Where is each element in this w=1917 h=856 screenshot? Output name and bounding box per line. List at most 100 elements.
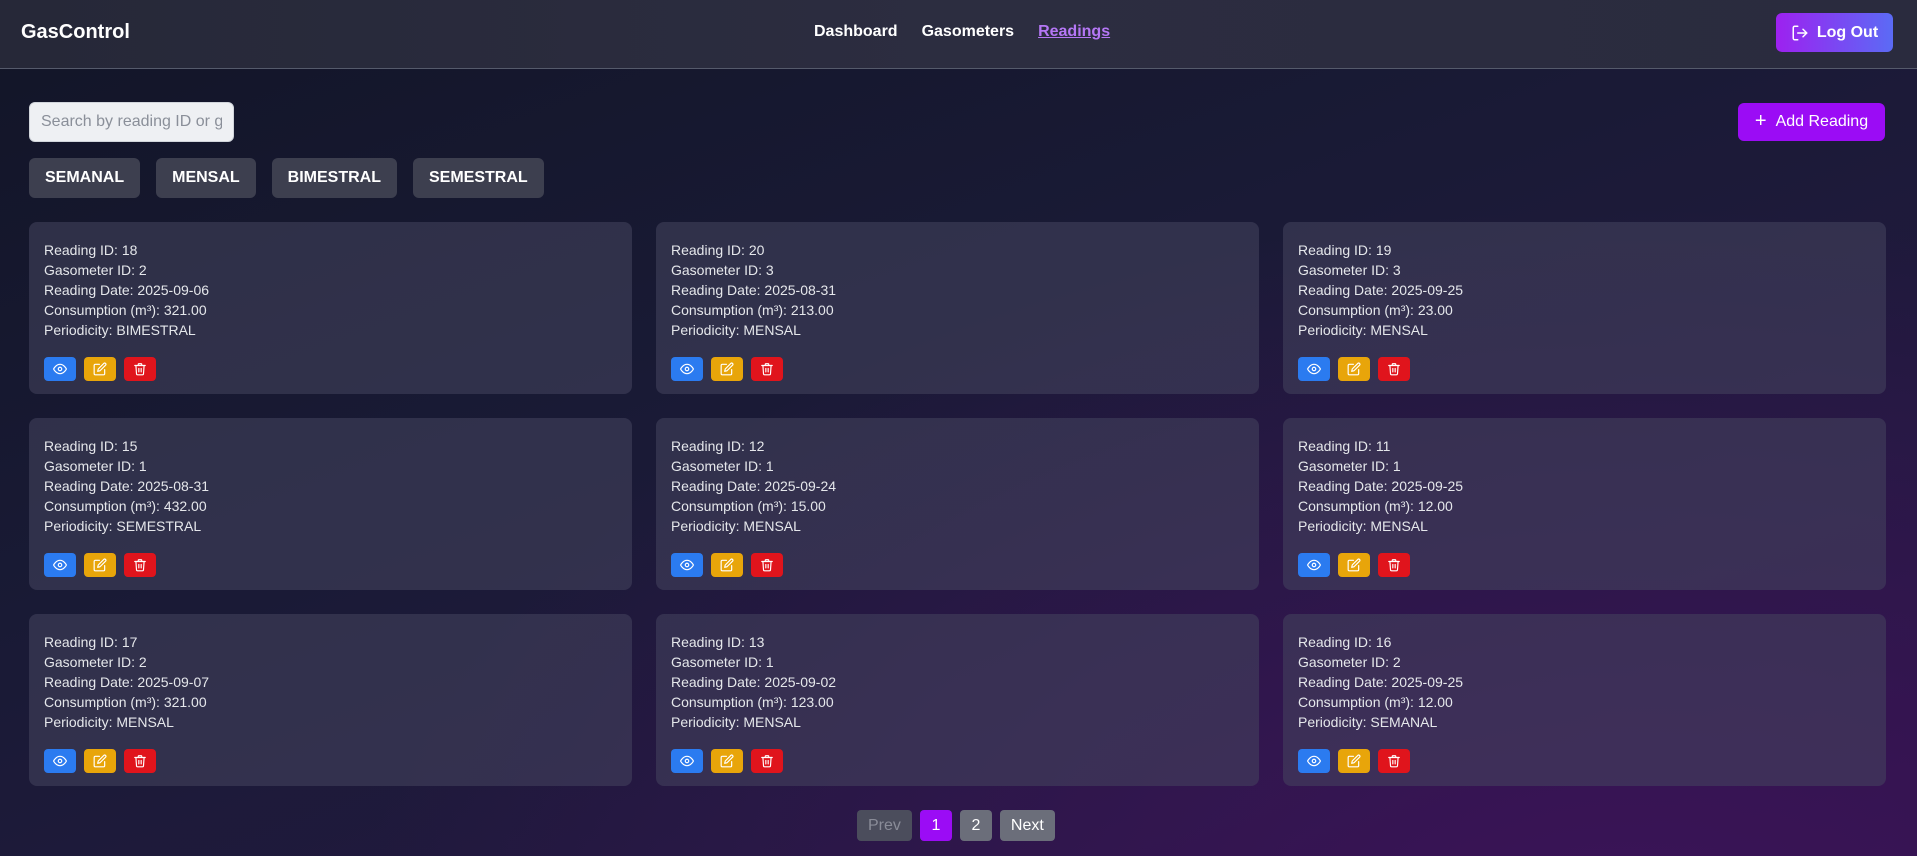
view-reading-button[interactable] xyxy=(671,553,703,577)
view-reading-button[interactable] xyxy=(1298,749,1330,773)
reading-id-text: Reading ID: 19 xyxy=(1298,240,1871,260)
prev-page-button[interactable]: Prev xyxy=(857,810,912,841)
gasometer-id-text-value: 1 xyxy=(138,458,147,474)
reading-date-text-value: 2025-09-06 xyxy=(137,282,210,298)
edit-icon xyxy=(720,558,734,572)
card-actions xyxy=(44,553,617,577)
logout-icon xyxy=(1792,25,1808,40)
view-reading-button[interactable] xyxy=(44,357,76,381)
nav-dashboard[interactable]: Dashboard xyxy=(814,23,898,41)
consumption-text-value: 321.00 xyxy=(163,694,207,710)
filter-bimestral[interactable]: BIMESTRAL xyxy=(271,158,397,198)
delete-reading-button[interactable] xyxy=(124,553,156,577)
periodicity-text-label: Periodicity: xyxy=(671,322,744,338)
reading-id-text-label: Reading ID: xyxy=(1298,438,1376,454)
view-reading-button[interactable] xyxy=(1298,553,1330,577)
reading-date-text-value: 2025-08-31 xyxy=(137,478,210,494)
edit-reading-button[interactable] xyxy=(1338,357,1370,381)
reading-date-text-label: Reading Date: xyxy=(44,282,138,298)
delete-reading-button[interactable] xyxy=(1378,357,1410,381)
reading-id-text: Reading ID: 15 xyxy=(44,436,617,456)
view-reading-button[interactable] xyxy=(44,749,76,773)
brand-logo[interactable]: GasControl xyxy=(21,21,130,44)
page-1-button[interactable]: 1 xyxy=(919,810,952,841)
delete-reading-button[interactable] xyxy=(124,357,156,381)
next-page-button[interactable]: Next xyxy=(999,810,1055,841)
periodicity-text-label: Periodicity: xyxy=(1298,714,1371,730)
search-input[interactable] xyxy=(29,102,234,142)
eye-icon xyxy=(53,754,67,768)
edit-reading-button[interactable] xyxy=(711,749,743,773)
edit-icon xyxy=(720,754,734,768)
trash-icon xyxy=(760,558,774,572)
periodicity-text: Periodicity: MENSAL xyxy=(671,516,1244,536)
consumption-text-label: Consumption (m³): xyxy=(44,498,164,514)
filter-semanal[interactable]: SEMANAL xyxy=(29,158,141,198)
consumption-text-value: 213.00 xyxy=(790,302,834,318)
card-actions xyxy=(1298,749,1871,773)
filter-mensal[interactable]: MENSAL xyxy=(156,158,256,198)
view-reading-button[interactable] xyxy=(671,357,703,381)
reading-card: Reading ID: 18 Gasometer ID: 2 Reading Dat… xyxy=(29,222,632,394)
nav-readings[interactable]: Readings xyxy=(1038,23,1110,41)
edit-reading-button[interactable] xyxy=(84,553,116,577)
nav-gasometers[interactable]: Gasometers xyxy=(922,23,1015,41)
gasometer-id-text: Gasometer ID: 2 xyxy=(1298,652,1871,672)
eye-icon xyxy=(680,362,694,376)
gasometer-id-text-value: 3 xyxy=(765,262,774,278)
gasometer-id-text-value: 3 xyxy=(1392,262,1401,278)
reading-id-text-label: Reading ID: xyxy=(671,242,749,258)
reading-date-text: Reading Date: 2025-08-31 xyxy=(44,476,617,496)
delete-reading-button[interactable] xyxy=(1378,749,1410,773)
periodicity-text-value: SEMESTRAL xyxy=(116,518,202,534)
edit-reading-button[interactable] xyxy=(711,553,743,577)
filter-semestral[interactable]: SEMESTRAL xyxy=(413,158,544,198)
reading-id-text-value: 12 xyxy=(748,438,765,454)
periodicity-text-label: Periodicity: xyxy=(671,518,744,534)
reading-date-text-label: Reading Date: xyxy=(671,674,765,690)
reading-date-text-value: 2025-09-25 xyxy=(1391,282,1464,298)
edit-reading-button[interactable] xyxy=(1338,553,1370,577)
reading-date-text-label: Reading Date: xyxy=(44,478,138,494)
edit-reading-button[interactable] xyxy=(1338,749,1370,773)
delete-reading-button[interactable] xyxy=(751,357,783,381)
consumption-text-label: Consumption (m³): xyxy=(1298,498,1418,514)
card-actions xyxy=(671,749,1244,773)
periodicity-text-value: BIMESTRAL xyxy=(116,322,196,338)
card-actions xyxy=(44,749,617,773)
eye-icon xyxy=(1307,754,1321,768)
view-reading-button[interactable] xyxy=(671,749,703,773)
edit-icon xyxy=(720,362,734,376)
edit-reading-button[interactable] xyxy=(84,357,116,381)
view-reading-button[interactable] xyxy=(1298,357,1330,381)
gasometer-id-text: Gasometer ID: 3 xyxy=(1298,260,1871,280)
delete-reading-button[interactable] xyxy=(751,553,783,577)
trash-icon xyxy=(760,362,774,376)
edit-reading-button[interactable] xyxy=(84,749,116,773)
add-reading-button[interactable]: + Add Reading xyxy=(1738,103,1885,141)
periodicity-filters: SEMANAL MENSAL BIMESTRAL SEMESTRAL xyxy=(29,158,544,198)
delete-reading-button[interactable] xyxy=(751,749,783,773)
reading-id-text-label: Reading ID: xyxy=(44,634,122,650)
logout-button[interactable]: Log Out xyxy=(1776,13,1893,52)
gasometer-id-text-value: 1 xyxy=(765,654,774,670)
edit-reading-button[interactable] xyxy=(711,357,743,381)
reading-date-text: Reading Date: 2025-09-07 xyxy=(44,672,617,692)
trash-icon xyxy=(133,754,147,768)
page-2-button[interactable]: 2 xyxy=(959,810,992,841)
periodicity-text-label: Periodicity: xyxy=(44,322,117,338)
gasometer-id-text-label: Gasometer ID: xyxy=(44,458,139,474)
gasometer-id-text-value: 2 xyxy=(138,654,147,670)
view-reading-button[interactable] xyxy=(44,553,76,577)
delete-reading-button[interactable] xyxy=(1378,553,1410,577)
periodicity-text: Periodicity: MENSAL xyxy=(1298,516,1871,536)
reading-date-text: Reading Date: 2025-09-25 xyxy=(1298,476,1871,496)
reading-id-text-label: Reading ID: xyxy=(1298,242,1376,258)
reading-id-text-value: 17 xyxy=(121,634,138,650)
reading-id-text-value: 16 xyxy=(1375,634,1392,650)
gasometer-id-text-value: 1 xyxy=(765,458,774,474)
consumption-text-value: 123.00 xyxy=(790,694,834,710)
reading-date-text-value: 2025-09-02 xyxy=(764,674,837,690)
pagination: Prev 1 2 Next xyxy=(857,810,1055,841)
delete-reading-button[interactable] xyxy=(124,749,156,773)
